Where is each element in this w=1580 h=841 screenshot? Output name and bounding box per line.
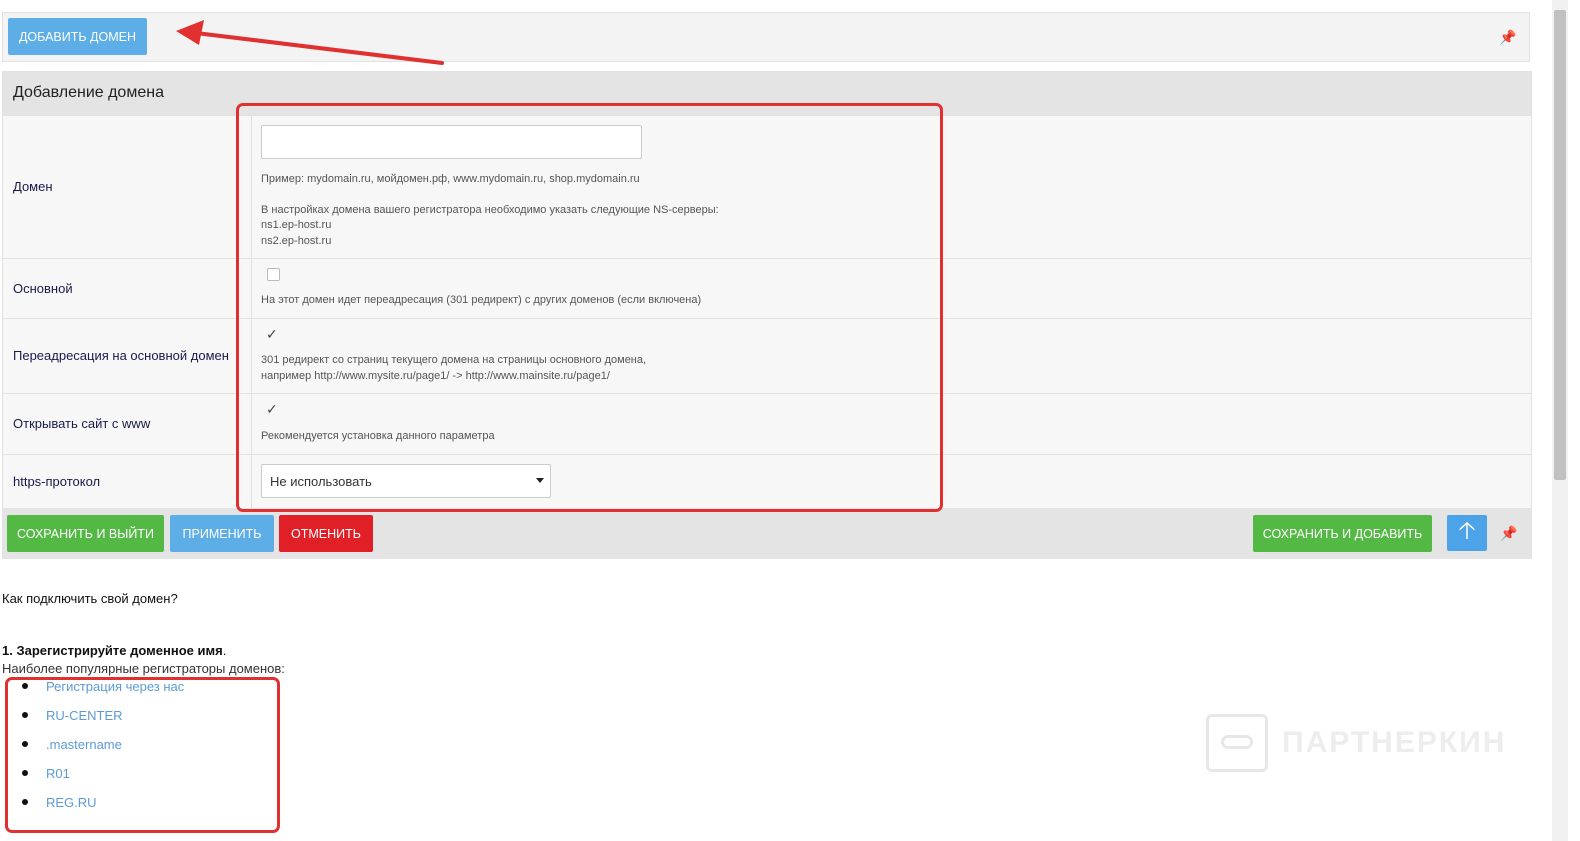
arrow-up-icon: 🡡 [1458,516,1476,544]
save-add-button[interactable]: СОХРАНИТЬ И ДОБАВИТЬ [1253,515,1432,552]
step-1-title: 1. Зарегистрируйте доменное имя [2,643,223,658]
guide-question: Как подключить свой домен? [2,591,178,606]
scrollbar-thumb[interactable] [1554,10,1566,480]
action-bar: СОХРАНИТЬ И ВЫЙТИ ПРИМЕНИТЬ ОТМЕНИТЬ СОХ… [2,508,1532,559]
annotation-box-fields [236,103,943,512]
watermark-text: ПАРТНЕРКИН [1282,726,1507,759]
main-label: Основной [13,281,73,296]
pin-icon[interactable]: 📌 [1499,28,1517,46]
registrars-intro: Наиболее популярные регистраторы доменов… [2,661,285,676]
annotation-arrow [176,20,444,65]
step-1-tail: . [222,643,227,658]
scroll-up-button[interactable]: 🡡 [1447,515,1487,551]
domain-label: Домен [13,179,53,194]
https-label: https-протокол [13,474,101,489]
redirect-label: Переадресация на основной домен [13,348,229,363]
annotation-box-registrars [5,677,280,833]
save-exit-button[interactable]: СОХРАНИТЬ И ВЫЙТИ [7,515,164,552]
panel-title: Добавление домена [13,84,164,101]
pin-icon[interactable]: 📌 [1500,524,1518,542]
cancel-button[interactable]: ОТМЕНИТЬ [279,515,373,552]
www-label: Открывать сайт с www [13,416,151,431]
step-1: 1. Зарегистрируйте доменное имя. [2,643,226,658]
scrollbar[interactable] [1552,0,1568,841]
watermark-logo-icon [1206,714,1268,772]
apply-button[interactable]: ПРИМЕНИТЬ [170,515,274,552]
watermark: ПАРТНЕРКИН [1206,714,1506,772]
